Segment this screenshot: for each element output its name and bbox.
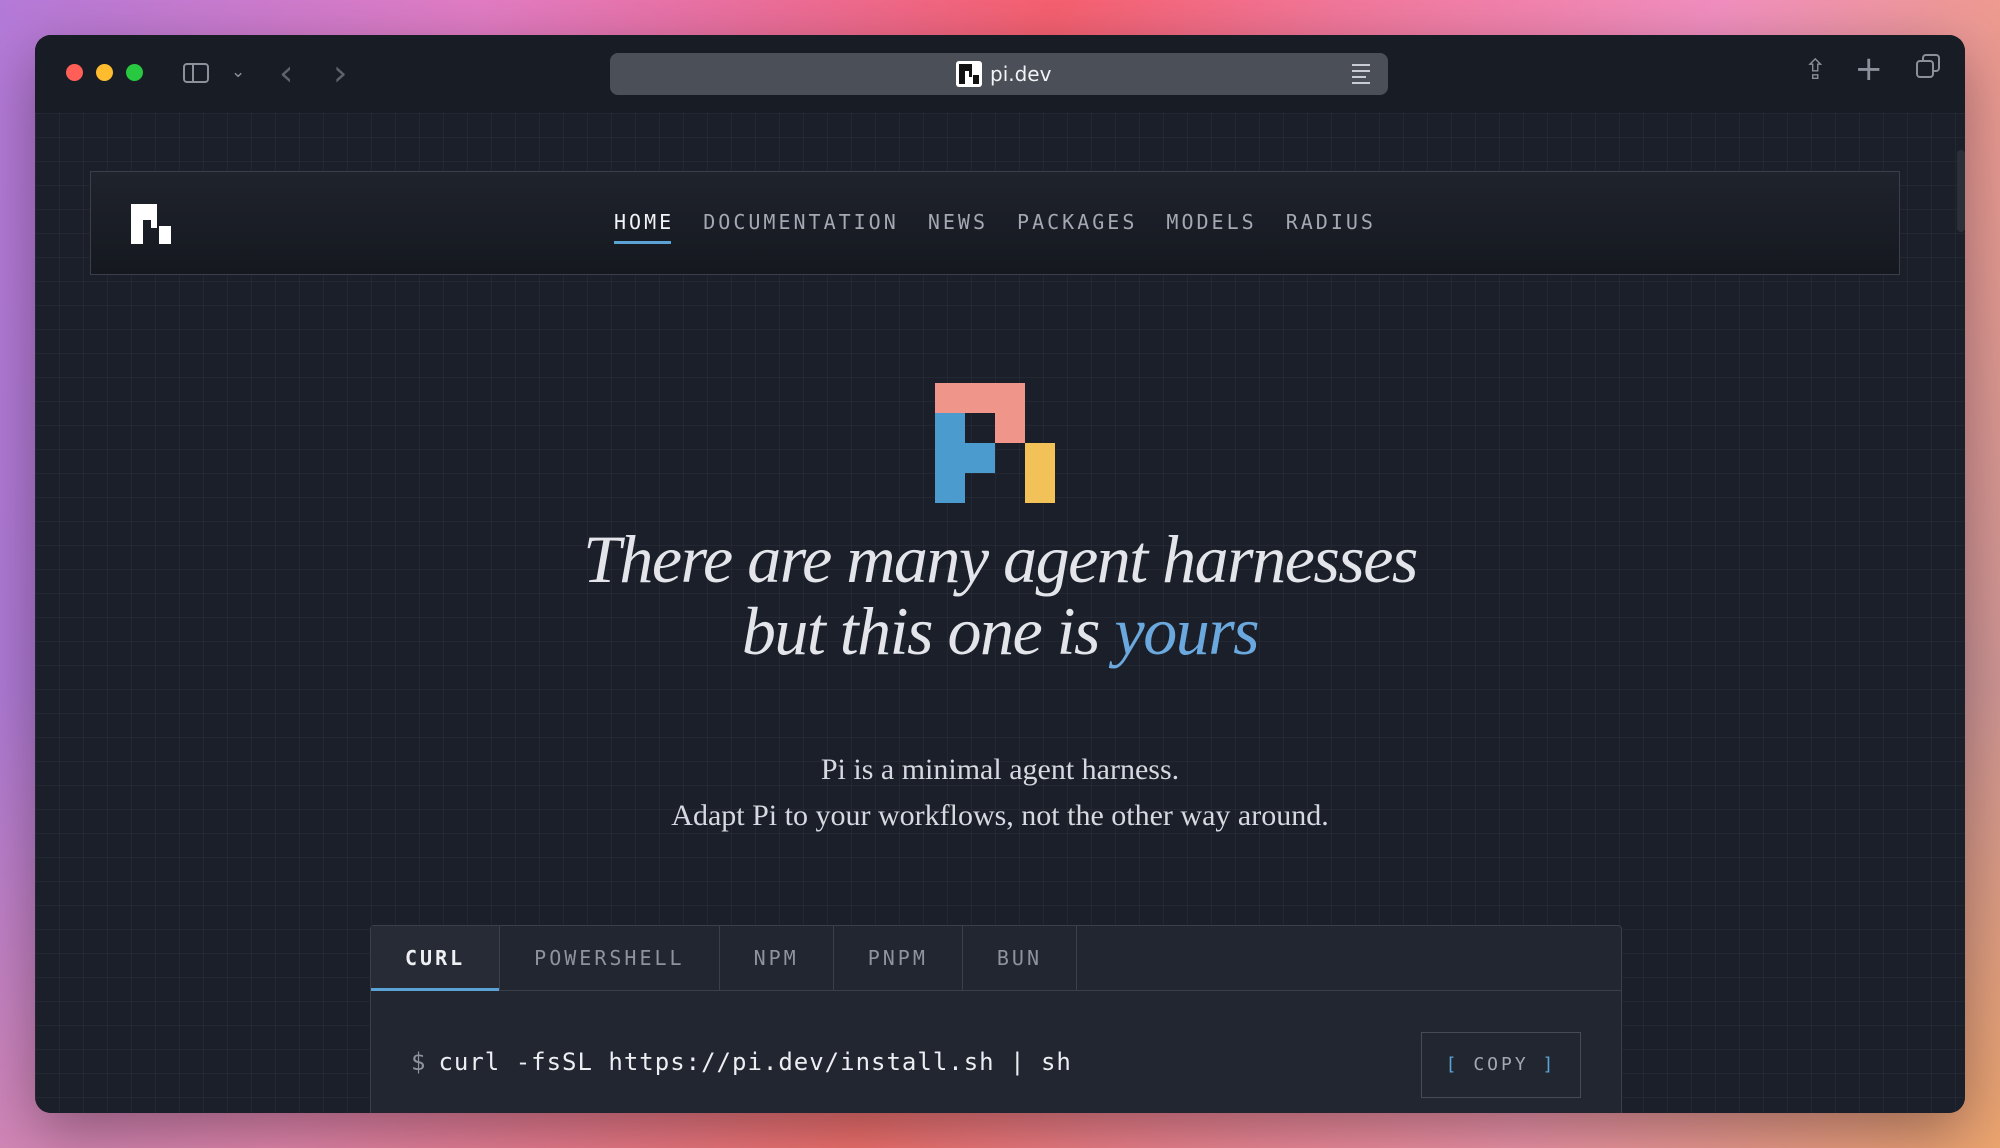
nav-home[interactable]: HOME: [614, 210, 674, 234]
copy-button[interactable]: [ COPY ]: [1421, 1032, 1581, 1098]
subtitle-line-1: Pi is a minimal agent harness.: [820, 753, 1180, 786]
nav-news[interactable]: NEWS: [928, 210, 988, 234]
site-favicon-icon: [956, 61, 982, 87]
install-command[interactable]: $ curl -fsSL https://pi.dev/install.sh | …: [411, 1048, 1072, 1076]
browser-window: ⌄ ‹ › pi.dev ⇪ + HOME DOCUMENTATION NEWS…: [35, 35, 1965, 1113]
hero-headline: There are many agent harnesses but this …: [35, 523, 1965, 667]
back-button[interactable]: ‹: [279, 53, 293, 94]
headline-line-2-prefix: but this one is: [741, 593, 1115, 669]
tab-powershell[interactable]: POWERSHELL: [500, 926, 720, 990]
forward-button[interactable]: ›: [333, 53, 347, 94]
nav-models[interactable]: MODELS: [1166, 210, 1256, 234]
main-nav: HOME DOCUMENTATION NEWS PACKAGES MODELS …: [91, 210, 1899, 234]
page-content: HOME DOCUMENTATION NEWS PACKAGES MODELS …: [35, 113, 1965, 1113]
nav-documentation[interactable]: DOCUMENTATION: [703, 210, 899, 234]
install-tabs: CURL POWERSHELL NPM PNPM BUN: [371, 926, 1621, 991]
copy-bracket-close: ]: [1542, 1054, 1557, 1075]
nav-packages[interactable]: PACKAGES: [1017, 210, 1137, 234]
install-panel: CURL POWERSHELL NPM PNPM BUN $ curl -fsSL…: [370, 925, 1622, 1113]
reader-mode-icon[interactable]: [1352, 64, 1370, 84]
site-header: HOME DOCUMENTATION NEWS PACKAGES MODELS …: [90, 171, 1900, 275]
tab-curl[interactable]: CURL: [371, 926, 501, 991]
hero-subtitle: Pi is a minimal agent harness. Adapt Pi …: [35, 747, 1965, 839]
subtitle-line-2: Adapt Pi to your workflows, not the othe…: [671, 799, 1329, 832]
nav-radius[interactable]: RADIUS: [1286, 210, 1376, 234]
share-icon[interactable]: ⇪: [1804, 53, 1827, 86]
headline-accent: yours: [1114, 593, 1260, 669]
command-text: curl -fsSL https://pi.dev/install.sh | s…: [438, 1048, 1072, 1076]
minimize-window-button[interactable]: [96, 64, 113, 81]
browser-toolbar: ⌄ ‹ › pi.dev ⇪ +: [35, 35, 1965, 113]
new-tab-icon[interactable]: +: [1855, 49, 1884, 89]
close-window-button[interactable]: [66, 64, 83, 81]
tab-npm[interactable]: NPM: [720, 926, 834, 990]
hero-pi-logo: [935, 383, 1057, 503]
tab-pnpm[interactable]: PNPM: [834, 926, 963, 990]
tab-bun[interactable]: BUN: [963, 926, 1078, 990]
shell-prompt: $: [411, 1048, 427, 1076]
url-text: pi.dev: [990, 62, 1052, 86]
headline-line-1: There are many agent harnesses: [583, 521, 1418, 597]
headline-line-2: but this one is yours: [35, 595, 1965, 667]
sidebar-toggle-icon[interactable]: [183, 63, 209, 83]
copy-bracket-open: [: [1445, 1054, 1460, 1075]
tab-overview-icon[interactable]: [1916, 54, 1940, 78]
copy-label: COPY: [1473, 1054, 1529, 1075]
address-bar[interactable]: pi.dev: [610, 53, 1388, 95]
zoom-window-button[interactable]: [126, 64, 143, 81]
scrollbar[interactable]: [1957, 150, 1965, 232]
chevron-down-icon[interactable]: ⌄: [231, 62, 245, 82]
